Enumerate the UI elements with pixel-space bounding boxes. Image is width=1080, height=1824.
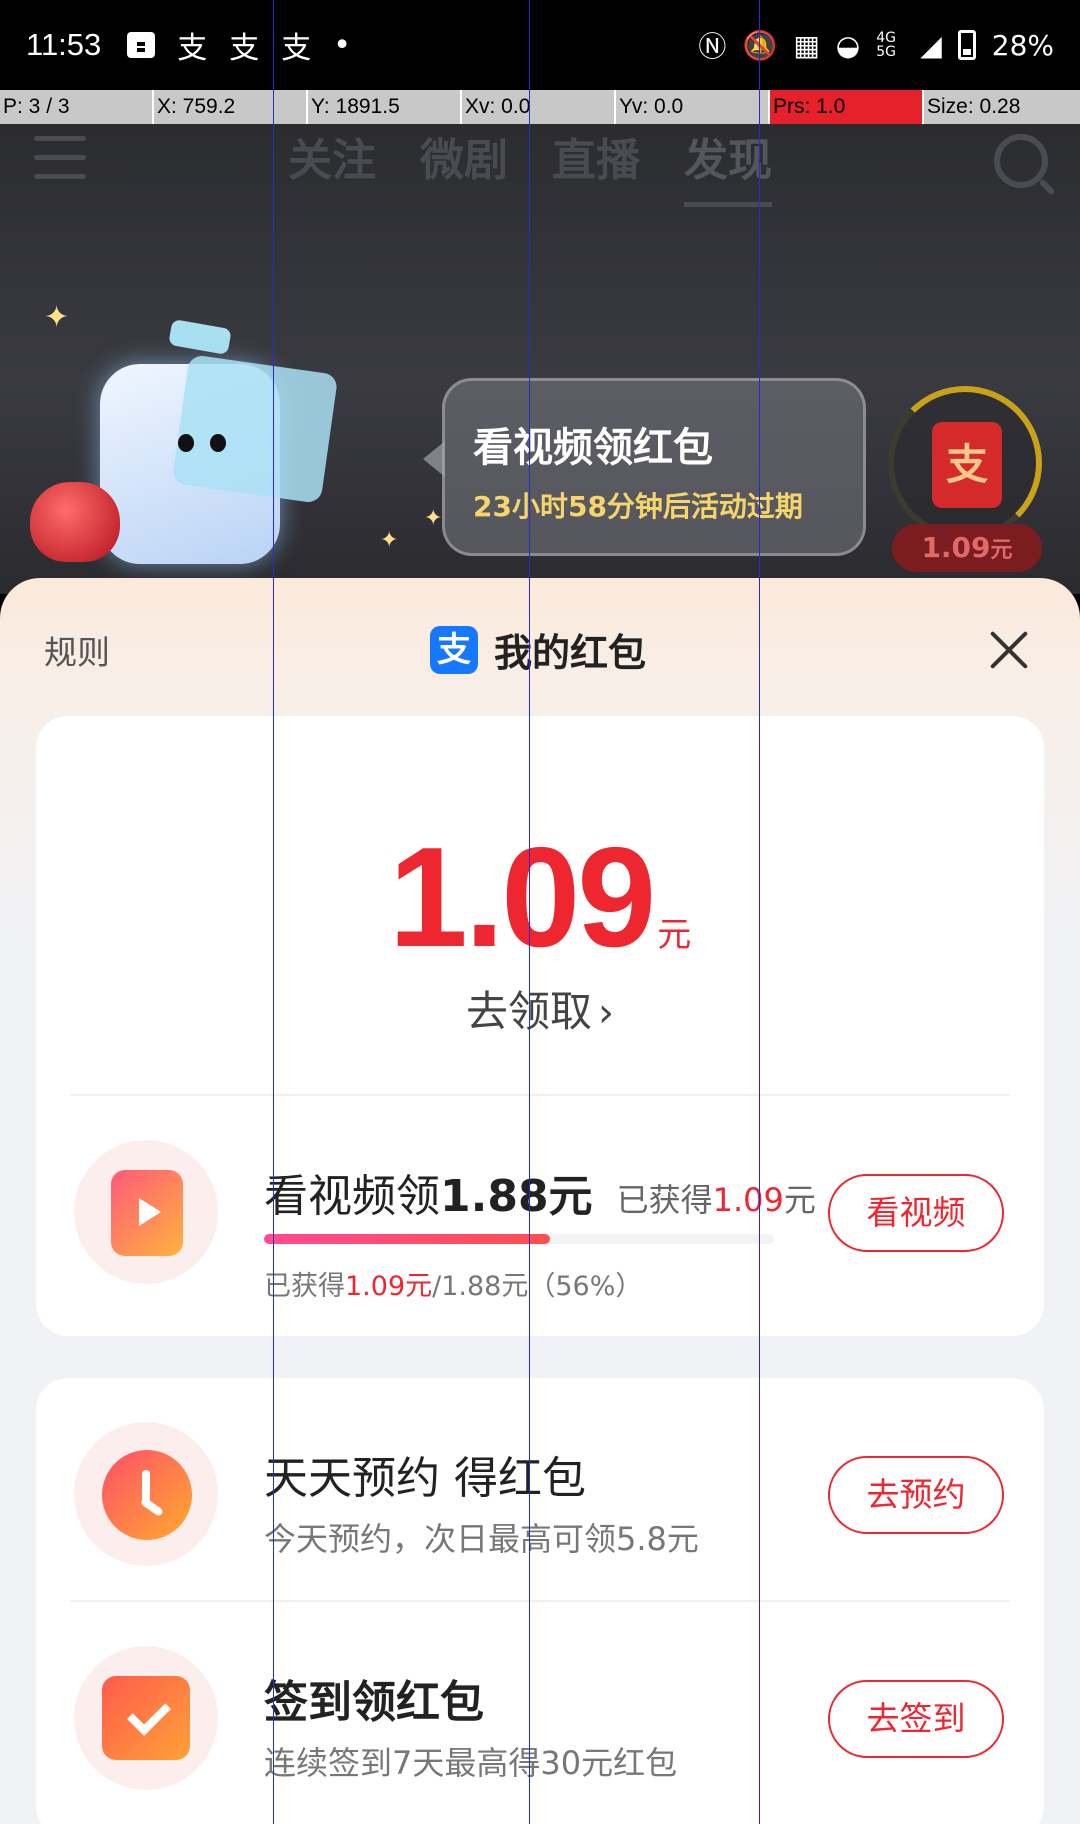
- widget-amount[interactable]: 1.09元: [892, 524, 1042, 572]
- alipay-icon: 支: [281, 31, 312, 66]
- sheet-title-text: 我的红包: [494, 631, 647, 675]
- pointer-trace-line: [759, 0, 760, 1824]
- divider: [70, 1600, 1010, 1602]
- pointer-trace-line: [273, 0, 274, 1824]
- status-right-icons: Ⓝ 🔕 ▦ ◒ 4G 5G ◢ 28%: [698, 25, 1054, 65]
- sheet-header: 规则 支 我的红包: [0, 578, 1080, 718]
- dot-icon: •: [333, 27, 351, 63]
- sheet-title: 支 我的红包: [430, 622, 646, 677]
- watch-video-button[interactable]: 看视频: [828, 1174, 1004, 1252]
- task-icon-wrap: [74, 1422, 218, 1566]
- debug-pointer-count: P: 3 / 3: [0, 90, 154, 124]
- wifi-icon: ◒: [835, 28, 861, 62]
- task-title: 天天预约 得红包: [264, 1453, 586, 1504]
- task-subtitle: 连续签到7天最高得30元红包: [264, 1744, 678, 1782]
- task-title: 签到领红包: [264, 1677, 484, 1728]
- progress-fill: [264, 1234, 550, 1244]
- red-packet-widget[interactable]: 支: [888, 386, 1042, 540]
- bubble-title: 看视频领红包: [473, 425, 713, 471]
- tab-micro-drama[interactable]: 微剧: [420, 124, 508, 207]
- debug-yv: Yv: 0.0: [616, 90, 770, 124]
- debug-x: X: 759.2: [154, 90, 308, 124]
- close-icon[interactable]: [986, 628, 1032, 674]
- task-subtitle: 今天预约，次日最高可领5.8元: [264, 1520, 699, 1558]
- rules-link[interactable]: 规则: [44, 626, 110, 674]
- chevron-right-icon: ›: [598, 990, 614, 1036]
- vibrate-icon: ▦: [793, 28, 820, 62]
- task-watch-video: 看视频领1.88元 已获得1.09元 已获得1.09元/1.88元（56%） 看…: [36, 1116, 1044, 1302]
- task-progress-text: 已获得1.09元/1.88元（56%）: [264, 1271, 643, 1302]
- task-reserve: 天天预约 得红包 今天预约，次日最高可领5.8元 去预约: [36, 1398, 1044, 1578]
- task-checkin: 签到领红包 连续签到7天最高得30元红包 去签到: [36, 1622, 1044, 1802]
- tab-live[interactable]: 直播: [552, 124, 640, 207]
- status-time: 11:53: [26, 27, 102, 62]
- checkin-button[interactable]: 去签到: [828, 1680, 1004, 1758]
- signal-icon: 4G 5G: [876, 30, 896, 60]
- task-icon-wrap: [74, 1140, 218, 1284]
- balance-card: 1.09 元 去领取 › 看视频领1.88元 已获得1.09元 已获得1.09元/1…: [36, 716, 1044, 1336]
- menu-icon[interactable]: [34, 136, 86, 180]
- debug-size: Size: 0.28: [927, 95, 1021, 118]
- clock-icon: [102, 1450, 192, 1540]
- task-progress-bar: [264, 1234, 774, 1244]
- play-icon: [111, 1170, 183, 1256]
- balance-unit: 元: [657, 915, 692, 955]
- alipay-icon: 支: [229, 31, 260, 66]
- top-tabs: 关注 微剧 直播 发现: [288, 124, 772, 207]
- red-envelope-icon: 支: [932, 422, 1002, 508]
- task-earned: 已获得1.09元: [616, 1181, 816, 1219]
- balance-value: 1.09: [388, 818, 656, 977]
- calendar-check-icon: [102, 1676, 190, 1760]
- red-packet-sheet: 规则 支 我的红包 1.09 元 去领取 › 看视频领1.88元 已获得1.09元: [0, 578, 1080, 1824]
- video-background: 关注 微剧 直播 发现 ✦ ✦ ✦ 看视频领红包 23小时58分钟后活动过期 支…: [0, 124, 1080, 594]
- lucky-bag-icon: [30, 482, 120, 562]
- activity-bubble: 看视频领红包 23小时58分钟后活动过期: [423, 378, 866, 556]
- task-card: 天天预约 得红包 今天预约，次日最高可领5.8元 去预约 签到领红包 连续签到7…: [36, 1378, 1044, 1824]
- pointer-trace-line: [529, 0, 530, 1824]
- status-bar: 11:53 支 支 支 • Ⓝ 🔕 ▦ ◒ 4G 5G ◢ 28%: [0, 0, 1080, 90]
- status-left-icons: 支 支 支 •: [127, 23, 351, 67]
- reserve-button[interactable]: 去预约: [828, 1456, 1004, 1534]
- claim-button[interactable]: 去领取 ›: [36, 978, 1044, 1039]
- battery-percent: 28%: [991, 28, 1054, 62]
- balance-amount: 1.09 元: [36, 816, 1044, 980]
- pointer-debug-bar: P: 3 / 3 X: 759.2 Y: 1891.5 Xv: 0.0 Yv: …: [0, 90, 1080, 124]
- nfc-icon: Ⓝ: [698, 30, 727, 63]
- task-icon-wrap: [74, 1646, 218, 1790]
- mascot-illustration: [100, 318, 339, 564]
- divider: [70, 1094, 1010, 1096]
- bubble-countdown: 23小时58分钟后活动过期: [473, 490, 803, 523]
- debug-xv: Xv: 0.0: [462, 90, 616, 124]
- notification-icon: [127, 32, 156, 58]
- sparkle-icon: ✦: [380, 528, 399, 553]
- task-title: 看视频领1.88元 已获得1.09元: [264, 1171, 816, 1222]
- alipay-logo-icon: 支: [430, 625, 478, 674]
- battery-icon: [957, 30, 976, 60]
- alipay-icon: 支: [177, 31, 208, 66]
- sparkle-icon: ✦: [44, 300, 70, 335]
- debug-y: Y: 1891.5: [308, 90, 462, 124]
- tab-follow[interactable]: 关注: [288, 124, 376, 207]
- search-icon[interactable]: [994, 134, 1048, 188]
- debug-pressure: Prs: 1.0: [770, 90, 924, 124]
- sparkle-icon: ✦: [424, 506, 443, 531]
- signal-bars-icon: ◢: [920, 28, 942, 62]
